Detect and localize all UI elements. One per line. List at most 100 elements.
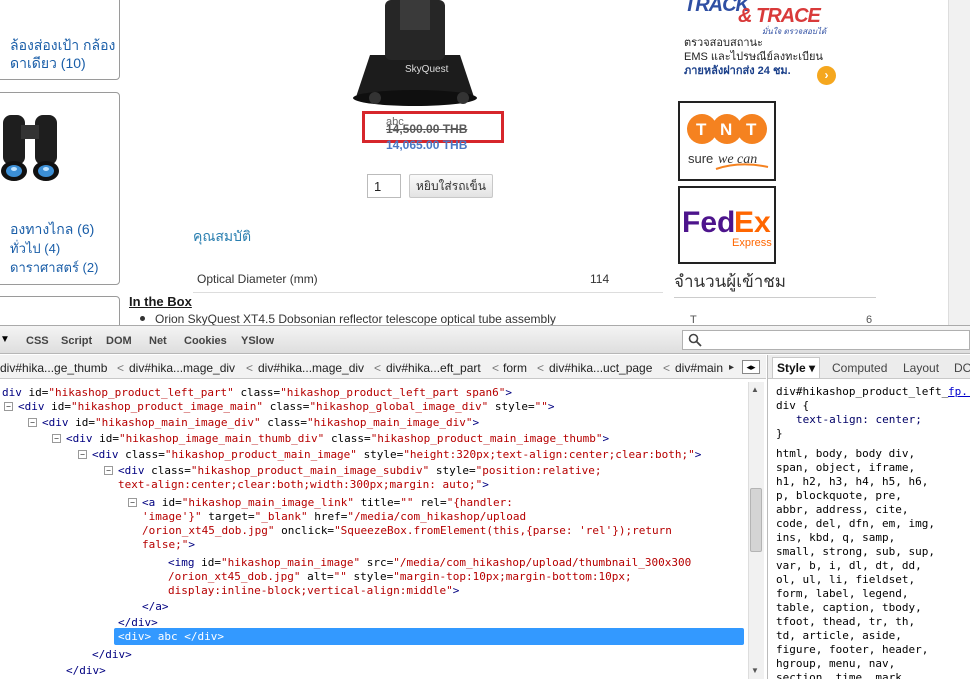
tnt-logo[interactable]: T N T sure we can [678,101,776,181]
css-inherited-line: form, label, legend, [776,587,909,600]
tree-line-cont: display:inline-block;vertical-align:midd… [168,584,460,597]
svg-text:Express: Express [732,237,772,249]
tree-line-cont: /orion_xt45_dob.jpg" alt="" style="margi… [168,570,632,583]
css-inherited-line: small, strong, sub, sup, [776,545,935,558]
binoculars-image[interactable] [0,105,63,185]
telescope-image[interactable]: SkyQuest [345,0,485,108]
tree-line-cont: 'image'}" target="_blank" href="/media/c… [142,510,527,523]
breadcrumb-item[interactable]: div#hika...mage_div [258,361,364,375]
tree-line[interactable]: div id="hikashop_product_left_part" clas… [2,386,512,400]
css-inherited-line: code, del, dfn, em, img, [776,517,935,530]
tab-dom-side[interactable]: DO [954,361,970,375]
css-inherited-line: figure, footer, header, [776,643,929,656]
tree-line[interactable]: <div class="hikashop_product_main_image_… [118,464,602,478]
category-box-next[interactable] [0,296,120,325]
breadcrumb-item[interactable]: div#hika...mage_div [129,361,235,375]
properties-title: คุณสมบัติ [193,228,252,244]
breadcrumb-item[interactable]: div#hika...eft_part [386,361,481,375]
breadcrumb-separator-icon: < [492,361,500,375]
fedex-logo-image: Fed Ex Express [682,206,772,249]
svg-text:SkyQuest: SkyQuest [405,64,449,75]
css-inherited-line: tfoot, thead, tr, th, [776,615,916,628]
style-side-panel: Style ▾ Computed Layout DO div#hikashop_… [767,355,970,679]
screenshot: ล้องส่องเป้า กล้อง ดาเดียว (10) องทางไกล… [0,0,970,679]
tab-net[interactable]: Net [149,335,167,347]
collapse-toggle-icon[interactable]: − [4,402,13,411]
tree-line-cont: false;"> [142,538,195,551]
svg-text:N: N [720,120,732,139]
side-tab-bar: Style ▾ Computed Layout DO [768,355,970,379]
category-link-general[interactable]: ทั่วไป (4) [10,238,60,259]
breadcrumb-item[interactable]: div#hika...uct_page [549,361,652,375]
collapse-toggle-icon[interactable]: − [28,418,37,427]
scroll-down-icon[interactable]: ▼ [751,666,759,675]
tab-style[interactable]: Style ▾ [772,357,821,378]
css-inherited-line: var, b, i, dl, dt, dd, [776,559,922,572]
property-label: Optical Diameter (mm) [197,272,318,286]
tree-line[interactable]: </div> [92,648,132,662]
collapse-toggle-icon[interactable]: − [52,434,61,443]
svg-text:T: T [696,120,707,139]
search-icon [688,333,702,347]
tab-script[interactable]: Script [61,335,92,347]
breadcrumb-separator-icon: < [246,361,254,375]
firebug-search-input[interactable] [682,330,970,350]
page-scrollbar[interactable] [948,0,970,325]
arrow-right-icon[interactable]: › [817,66,836,85]
tab-style-label: Style [777,361,806,375]
tree-line[interactable]: </div> [66,664,106,678]
css-inherited-line: table, caption, tbody, [776,601,922,614]
scrollbar-thumb[interactable] [750,488,762,552]
tab-layout[interactable]: Layout [903,361,939,375]
web-page: ล้องส่องเป้า กล้อง ดาเดียว (10) องทางไกล… [0,0,970,325]
breadcrumb-item[interactable]: div#main [675,361,723,375]
track-trace-tagline: มั่นใจ ตรวจสอบได้ [762,27,827,36]
collapse-toggle-icon[interactable]: − [128,498,137,507]
track-trace-line3: ภายหลังฝากส่ง 24 ชม. [684,65,791,77]
collapse-toggle-icon[interactable]: − [104,466,113,475]
tree-line[interactable]: <div id="hikashop_image_main_thumb_div" … [66,432,609,446]
firebug-panel: ▼ CSS Script DOM Net Cookies YSlow div#h… [0,325,970,679]
tree-line[interactable]: </a> [142,600,169,614]
property-value: 114 [590,272,610,286]
dropdown-arrow-icon[interactable]: ▼ [0,334,14,346]
css-inherited-line: abbr, address, cite, [776,503,909,516]
tree-line[interactable]: <div class="hikashop_product_main_image"… [92,448,701,462]
firebug-tab-bar: ▼ CSS Script DOM Net Cookies YSlow [0,326,970,354]
tree-line[interactable]: <div id="hikashop_main_image_div" class=… [42,416,479,430]
tab-css[interactable]: CSS [26,335,49,347]
scroll-up-icon[interactable]: ▲ [751,385,759,394]
category-link-scopes-count[interactable]: ดาเดียว (10) [10,53,86,75]
tnt-logo-image: T N T sure we can [687,114,769,170]
fedex-logo[interactable]: Fed Ex Express [678,186,776,264]
css-rule[interactable]: text-align: center; [796,413,922,427]
visitors-row-count: 6 [866,314,873,325]
breadcrumb-item[interactable]: div#hika...ge_thumb [0,361,107,375]
tab-yslow[interactable]: YSlow [241,335,274,347]
tab-computed[interactable]: Computed [832,361,887,375]
breadcrumb-item[interactable]: form [503,361,527,375]
css-inherited-line: h1, h2, h3, h4, h5, h6, [776,475,929,488]
add-to-cart-button[interactable]: หยิบใส่รถเข็น [409,174,493,198]
breadcrumb-separator-icon: < [374,361,382,375]
css-source-link[interactable]: fp... [948,385,970,399]
tab-dom[interactable]: DOM [106,335,132,347]
bullet-icon [140,316,145,321]
breadcrumb-menu-icon[interactable]: ◂▸ [742,360,760,374]
visitors-title: จำนวนผู้เข้าชม [674,272,786,291]
collapse-toggle-icon[interactable]: − [78,450,87,459]
css-selector-2: div { [776,399,810,412]
css-inherited-line: html, body, body div, [776,447,916,460]
chevron-right-icon[interactable]: ▸ [729,362,734,373]
tree-line[interactable]: <img id="hikashop_main_image" src="/medi… [168,556,691,570]
tree-line[interactable]: <a id="hikashop_main_image_link" title="… [142,496,513,510]
category-link-astronomy[interactable]: ดาราศาสตร์ (2) [10,257,98,278]
html-tree-pane: div id="hikashop_product_left_part" clas… [0,380,744,679]
selected-tree-line-text: <div> abc </div> [118,630,224,643]
breadcrumb-separator-icon: < [663,361,671,375]
tree-line[interactable]: <div id="hikashop_product_image_main" cl… [18,400,555,414]
quantity-input[interactable]: 1 [367,174,401,198]
tab-cookies[interactable]: Cookies [184,335,227,347]
price-discounted: 14,065.00 THB [386,138,468,152]
svg-text:Ex: Ex [734,206,771,239]
